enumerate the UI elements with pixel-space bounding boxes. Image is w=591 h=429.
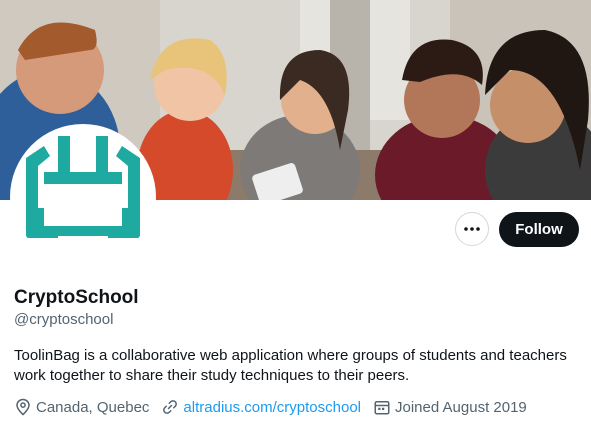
profile-avatar[interactable] — [14, 128, 152, 266]
location-item: Canada, Quebec — [14, 398, 149, 416]
website-link[interactable]: altradius.com/cryptoschool — [183, 399, 361, 416]
joined-item: Joined August 2019 — [373, 398, 527, 416]
location-pin-icon — [16, 398, 30, 416]
calendar-icon — [374, 401, 390, 415]
website-item[interactable]: altradius.com/cryptoschool — [161, 398, 361, 416]
cryptoschool-logo-icon — [14, 128, 152, 266]
link-icon — [163, 400, 178, 414]
profile-bio: ToolinBag is a collaborative web applica… — [14, 347, 567, 384]
location-text: Canada, Quebec — [36, 398, 150, 416]
profile-handle: @cryptoschool — [14, 311, 114, 328]
more-icon — [464, 227, 480, 231]
profile-meta: Canada, Quebec altradius.com/cryptoschoo… — [14, 398, 539, 416]
joined-text: Joined August 2019 — [395, 398, 527, 416]
follow-button[interactable]: Follow — [499, 212, 579, 247]
profile-name: CryptoSchool — [14, 287, 139, 308]
more-options-button[interactable] — [455, 212, 489, 246]
